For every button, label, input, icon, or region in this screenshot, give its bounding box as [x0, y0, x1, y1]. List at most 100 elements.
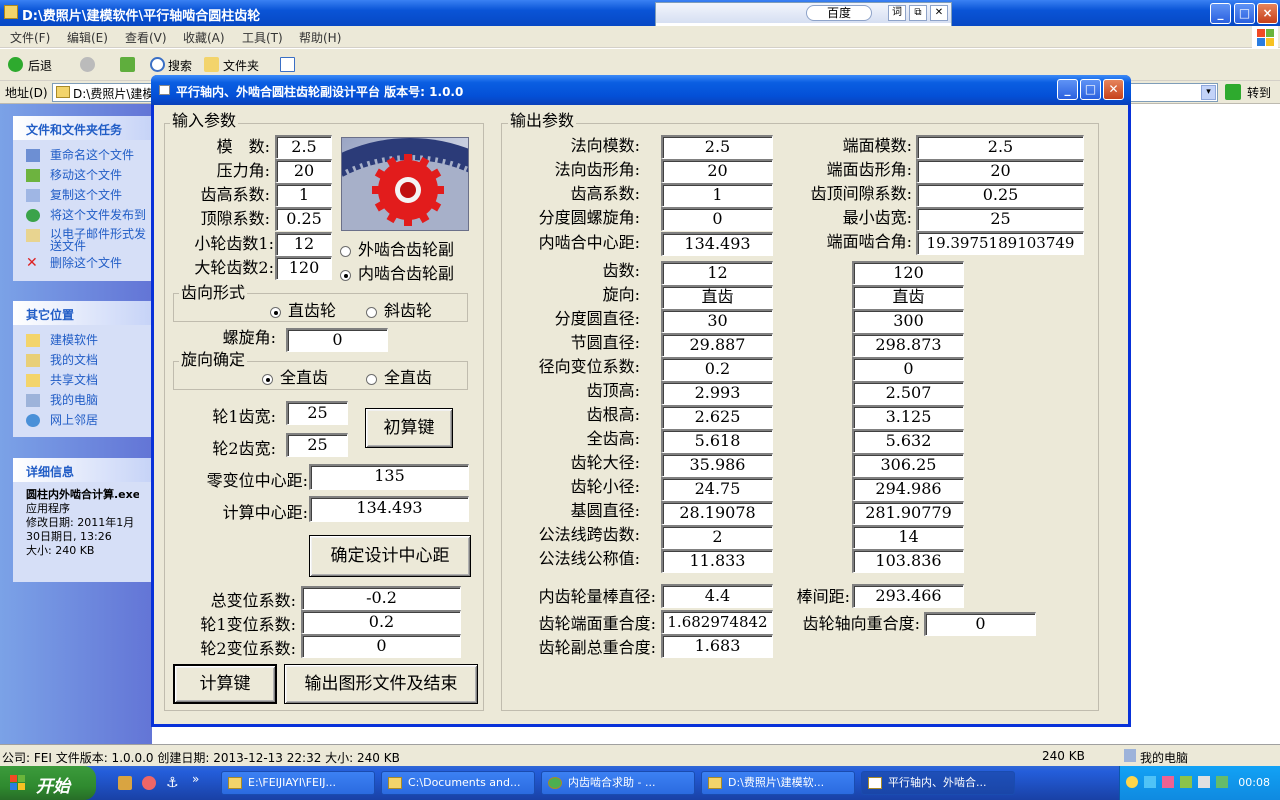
out-addendum-value[interactable]: 1 [661, 183, 773, 207]
place-my-computer[interactable]: 我的电脑 [13, 391, 152, 411]
file-tasks-header[interactable]: 文件和文件夹任务 [13, 116, 152, 140]
up-folder-icon[interactable] [120, 57, 135, 72]
gear1-value[interactable]: 35.986 [661, 453, 773, 477]
explorer-title-bar[interactable]: D:\费照片\建模软件\平行轴啮合圆柱齿轮 _ □ × [0, 0, 1280, 26]
baidu-icon-2[interactable]: ⧉ [909, 5, 927, 21]
baidu-button[interactable]: 百度 [806, 5, 872, 21]
module-input[interactable]: 2.5 [275, 135, 332, 159]
gear2-value[interactable]: 306.25 [852, 453, 964, 477]
dialog-title-bar[interactable]: 平行轴内、外啮合圆柱齿轮副设计平台 版本号: 1.0.0 _ □ ✕ [151, 75, 1131, 105]
zero-center-input[interactable]: 135 [309, 464, 469, 490]
minimize-button[interactable]: _ [1210, 3, 1231, 24]
gear2-value[interactable]: 281.90779 [852, 501, 964, 525]
gear1-value[interactable]: 12 [661, 261, 773, 285]
go-arrow-icon[interactable] [1225, 84, 1241, 100]
pressure-angle-input[interactable]: 20 [275, 159, 332, 183]
transverse-module-value[interactable]: 2.5 [916, 135, 1084, 159]
tray-icon-4[interactable] [1180, 776, 1192, 788]
gear1-value[interactable]: 2 [661, 525, 773, 549]
gear2-value[interactable]: 3.125 [852, 405, 964, 429]
task-email[interactable]: 以电子邮件形式发送文件 [13, 226, 152, 254]
chevron-right-icon[interactable]: » [192, 772, 199, 786]
gear2-value[interactable]: 2.507 [852, 381, 964, 405]
z1-input[interactable]: 12 [275, 232, 332, 256]
menu-tools[interactable]: 工具(T) [242, 29, 283, 46]
close-icon[interactable]: ✕ [930, 5, 948, 21]
task-copy[interactable]: 复制这个文件 [13, 186, 152, 206]
task-rename[interactable]: 重命名这个文件 [13, 146, 152, 166]
maximize-button[interactable]: □ [1234, 3, 1255, 24]
precalc-button[interactable]: 初算键 [365, 408, 453, 448]
normal-module-value[interactable]: 2.5 [661, 135, 773, 159]
gear1-value[interactable]: 5.618 [661, 429, 773, 453]
z2-input[interactable]: 120 [275, 256, 332, 280]
gear1-value[interactable]: 24.75 [661, 477, 773, 501]
place-my-documents[interactable]: 我的文档 [13, 351, 152, 371]
gear2-value[interactable]: 103.836 [852, 549, 964, 573]
gear2-value[interactable]: 直齿 [852, 285, 964, 309]
back-arrow-icon[interactable] [8, 57, 23, 72]
back-button[interactable]: 后退 [28, 57, 52, 74]
calc-center-input[interactable]: 134.493 [309, 496, 469, 522]
width2-input[interactable]: 25 [286, 433, 348, 457]
quicklaunch-icon-1[interactable] [118, 776, 132, 790]
min-width-value[interactable]: 25 [916, 207, 1084, 231]
dialog-maximize-button[interactable]: □ [1080, 79, 1101, 100]
gear1-value[interactable]: 28.19078 [661, 501, 773, 525]
menu-view[interactable]: 查看(V) [125, 29, 167, 46]
close-button[interactable]: × [1257, 3, 1278, 24]
gear2-value[interactable]: 120 [852, 261, 964, 285]
details-header[interactable]: 详细信息 [13, 458, 152, 482]
internal-center-value[interactable]: 134.493 [661, 232, 773, 256]
total-contact-value[interactable]: 1.683 [661, 634, 773, 658]
chevron-down-icon[interactable]: ▾ [1201, 85, 1216, 100]
transverse-pressure-value[interactable]: 20 [916, 159, 1084, 183]
taskbar-item-5[interactable]: 平行轴内、外啮合... [861, 771, 1015, 795]
place-shared[interactable]: 共享文档 [13, 371, 152, 391]
dialog-minimize-button[interactable]: _ [1057, 79, 1078, 100]
addendum-coef-input[interactable]: 1 [275, 183, 332, 207]
menu-favorites[interactable]: 收藏(A) [183, 29, 225, 46]
shift2-input[interactable]: 0 [301, 634, 461, 658]
tray-icon-1[interactable] [1126, 776, 1138, 788]
clock[interactable]: 00:08 [1238, 776, 1270, 789]
helix-angle-input[interactable]: 0 [286, 328, 388, 352]
gear2-value[interactable]: 0 [852, 357, 964, 381]
output-and-exit-button[interactable]: 输出图形文件及结束 [284, 664, 478, 704]
forward-arrow-icon[interactable] [80, 57, 95, 72]
start-button[interactable]: 开始 [0, 766, 96, 800]
taskbar-item-3[interactable]: 内齿啮合求助 - ... [541, 771, 695, 795]
normal-pressure-value[interactable]: 20 [661, 159, 773, 183]
axial-contact-value[interactable]: 0 [924, 612, 1036, 636]
taskbar-item-1[interactable]: E:\FEIJIAYI\FEIJ... [221, 771, 375, 795]
tip-clearance-value[interactable]: 0.25 [916, 183, 1084, 207]
view-grid-icon[interactable] [280, 57, 295, 72]
gear1-value[interactable]: 11.833 [661, 549, 773, 573]
anchor-icon[interactable]: ⚓ [166, 775, 179, 791]
transverse-mesh-angle-value[interactable]: 19.3975189103749 [916, 231, 1084, 255]
task-delete[interactable]: ✕ 删除这个文件 [13, 254, 152, 274]
gear2-value[interactable]: 294.986 [852, 477, 964, 501]
gear1-value[interactable]: 29.887 [661, 333, 773, 357]
taskbar-item-4[interactable]: D:\费照片\建模软... [701, 771, 855, 795]
menu-edit[interactable]: 编辑(E) [67, 29, 108, 46]
taskbar-item-2[interactable]: C:\Documents and... [381, 771, 535, 795]
folders-button[interactable]: 文件夹 [223, 57, 259, 74]
gear1-value[interactable]: 直齿 [661, 285, 773, 309]
task-publish[interactable]: 将这个文件发布到 [13, 206, 152, 226]
other-places-header[interactable]: 其它位置 [13, 301, 152, 325]
pin-diameter-value[interactable]: 4.4 [661, 584, 773, 608]
search-button[interactable]: 搜索 [168, 57, 192, 74]
gear2-value[interactable]: 298.873 [852, 333, 964, 357]
total-shift-input[interactable]: -0.2 [301, 586, 461, 610]
dialog-close-button[interactable]: ✕ [1103, 79, 1124, 100]
gear1-value[interactable]: 2.625 [661, 405, 773, 429]
quicklaunch-icon-2[interactable] [142, 776, 156, 790]
gear2-value[interactable]: 300 [852, 309, 964, 333]
tray-icon-3[interactable] [1162, 776, 1174, 788]
gear1-value[interactable]: 0.2 [661, 357, 773, 381]
clearance-coef-input[interactable]: 0.25 [275, 207, 332, 231]
gear1-value[interactable]: 2.993 [661, 381, 773, 405]
width1-input[interactable]: 25 [286, 401, 348, 425]
menu-file[interactable]: 文件(F) [10, 29, 50, 46]
